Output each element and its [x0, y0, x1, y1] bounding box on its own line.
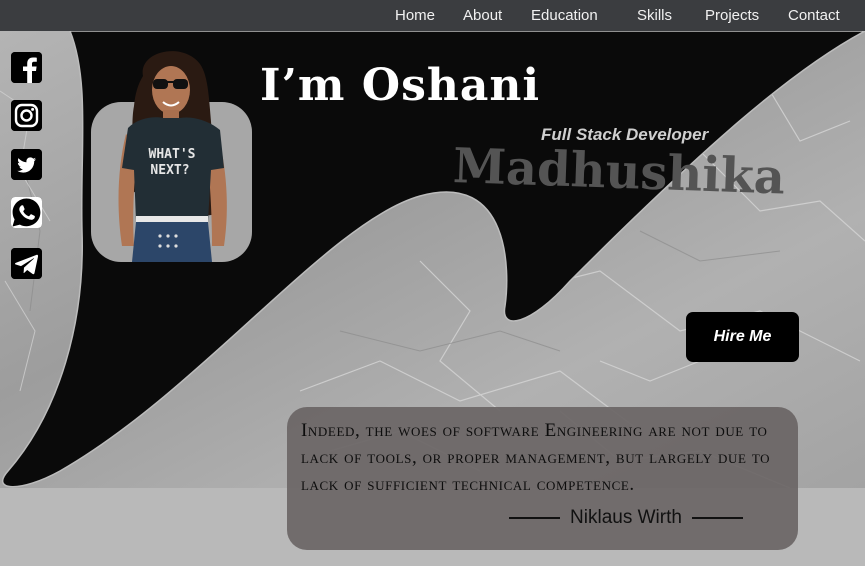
shirt-text: WHAT'S	[149, 147, 196, 162]
nav-education[interactable]: Education	[531, 0, 598, 31]
whatsapp-link[interactable]	[11, 197, 42, 228]
author-divider-right	[691, 517, 743, 519]
svg-text:NEXT?: NEXT?	[150, 163, 189, 178]
quote-author: Niklaus Wirth	[509, 507, 743, 529]
nav-skills[interactable]: Skills	[637, 0, 672, 31]
hero-name: I’m Oshani	[260, 60, 541, 111]
instagram-icon	[11, 100, 42, 131]
top-navigation: Home About Education Skills Projects Con…	[0, 0, 865, 31]
quote-card: Indeed, the woes of software Engineering…	[287, 407, 798, 550]
instagram-link[interactable]	[11, 100, 42, 131]
facebook-link[interactable]	[11, 52, 42, 83]
author-divider-left	[509, 517, 561, 519]
telegram-link[interactable]	[11, 248, 42, 279]
hero-surname: Madhushika	[452, 138, 786, 206]
nav-home[interactable]: Home	[395, 0, 435, 31]
nav-contact[interactable]: Contact	[788, 0, 840, 31]
nav-about[interactable]: About	[463, 0, 502, 31]
twitter-icon	[11, 149, 42, 180]
twitter-link[interactable]	[11, 149, 42, 180]
whatsapp-icon	[11, 197, 42, 228]
telegram-icon	[11, 248, 42, 279]
quote-text: Indeed, the woes of software Engineering…	[301, 420, 771, 495]
profile-photo: WHAT'S NEXT?	[118, 51, 227, 262]
nav-projects[interactable]: Projects	[705, 0, 759, 31]
author-name: Niklaus Wirth	[570, 507, 682, 528]
hire-me-button[interactable]: Hire Me	[686, 312, 799, 362]
facebook-icon	[11, 52, 42, 83]
